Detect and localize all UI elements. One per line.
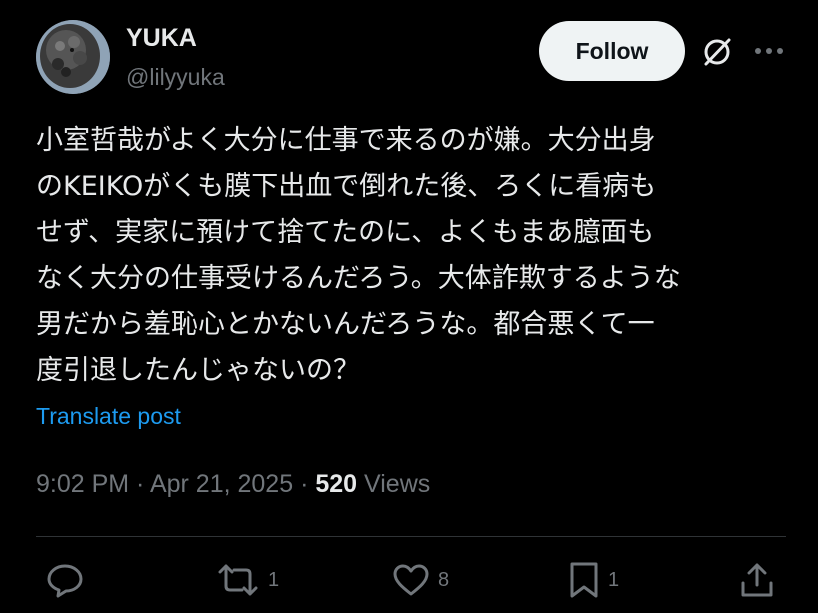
post-meta: 9:02 PM · Apr 21, 2025 · 520 Views xyxy=(36,470,430,499)
avatar-image xyxy=(36,20,110,94)
grok-icon[interactable] xyxy=(699,34,735,70)
views-label[interactable]: Views xyxy=(357,470,430,498)
post-line: なく大分の仕事受けるんだろう。大体詐欺するような xyxy=(36,263,681,294)
like-button[interactable]: 8 xyxy=(392,560,449,600)
display-name[interactable]: YUKA xyxy=(126,24,197,53)
post-line: 度引退したんじゃないの？ xyxy=(36,355,360,386)
more-icon-dots xyxy=(755,48,783,54)
bookmark-count: 1 xyxy=(608,568,620,591)
grok-icon-glyph xyxy=(704,38,731,66)
post-line: 男だから羞恥心とかないんだろうな。都合悪くて一 xyxy=(36,309,655,340)
like-count: 8 xyxy=(438,568,450,591)
post-line: 小室哲哉がよく大分に仕事で来るのが嫌。大分出身 xyxy=(36,125,656,156)
repost-button[interactable]: 1 xyxy=(216,560,279,600)
user-handle[interactable]: @lilyyuka xyxy=(126,64,225,91)
views-count[interactable]: 520 xyxy=(315,470,357,498)
more-icon[interactable] xyxy=(750,36,788,66)
post-line: のKEIKOがくも膜下出血で倒れた後、ろくに看病も xyxy=(36,171,657,202)
meta-separator: · xyxy=(293,470,316,498)
post-date[interactable]: Apr 21, 2025 xyxy=(150,470,293,498)
bookmark-button[interactable]: 1 xyxy=(568,560,619,600)
reply-button[interactable] xyxy=(45,560,93,600)
heart-icon xyxy=(393,564,429,596)
avatar[interactable] xyxy=(36,20,110,94)
share-button[interactable] xyxy=(738,560,776,600)
repost-icon xyxy=(218,564,258,596)
follow-button[interactable]: Follow xyxy=(539,21,685,81)
share-icon xyxy=(741,563,773,597)
repost-count: 1 xyxy=(268,568,280,591)
bookmark-icon xyxy=(570,562,598,598)
translate-post-link[interactable]: Translate post xyxy=(36,403,181,430)
post-time[interactable]: 9:02 PM xyxy=(36,470,129,498)
post-line: せず、実家に預けて捨てたのに、よくもまあ臆面も xyxy=(36,217,655,248)
reply-icon xyxy=(47,564,83,598)
meta-separator: · xyxy=(129,470,150,498)
post-text: 小室哲哉がよく大分に仕事で来るのが嫌。大分出身 のKEIKOがくも膜下出血で倒れた… xyxy=(36,118,796,394)
divider xyxy=(36,536,786,537)
